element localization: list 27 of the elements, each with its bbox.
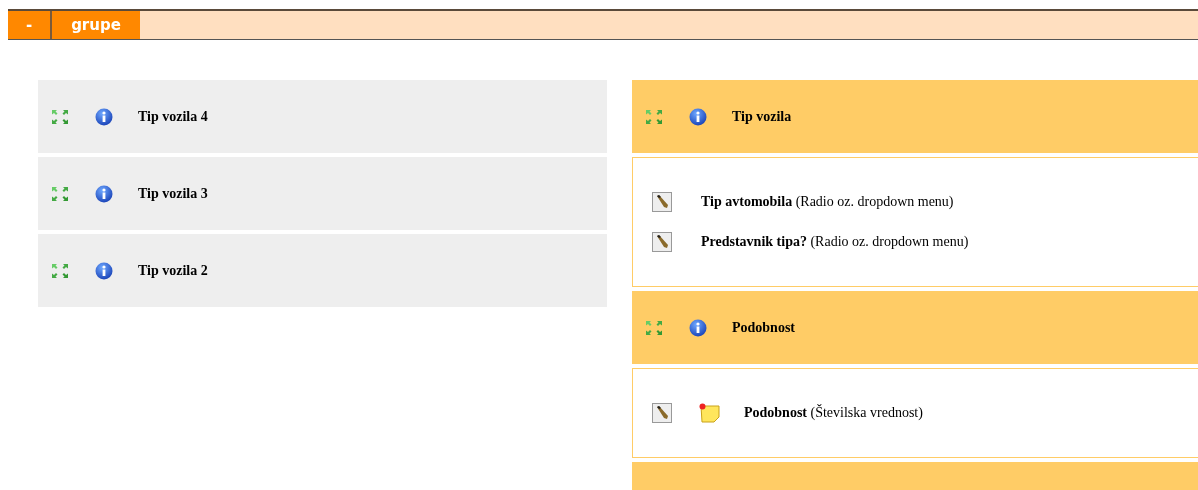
- field-label: Predstavnik tipa? (Radio oz. dropdown menu): [701, 234, 969, 250]
- info-icon[interactable]: [95, 184, 113, 203]
- group-header[interactable]: Tip vozila 2: [38, 234, 607, 307]
- expand-icon[interactable]: [50, 184, 70, 203]
- info-icon[interactable]: [95, 107, 113, 126]
- group-header[interactable]: Podobnost: [632, 291, 1198, 364]
- group-header[interactable]: Tip vozila 3: [38, 157, 607, 230]
- field-label: Podobnost (Številska vrednost): [744, 405, 923, 421]
- group-header[interactable]: Tip vozila 4: [38, 80, 607, 153]
- info-icon[interactable]: [95, 261, 113, 280]
- expand-icon[interactable]: [50, 261, 70, 280]
- group-title: Tip vozila 4: [138, 108, 208, 125]
- pencil-icon[interactable]: [652, 232, 672, 252]
- group-title: Tip vozila 3: [138, 185, 208, 202]
- pencil-icon[interactable]: [652, 403, 672, 423]
- group-header[interactable]: Tip vozila: [632, 80, 1198, 153]
- group-title: Tip vozila 2: [138, 262, 208, 279]
- note-icon[interactable]: [699, 403, 721, 423]
- group-title: Podobnost: [732, 319, 796, 336]
- group-title: Tip vozila: [732, 108, 792, 125]
- expand-icon[interactable]: [644, 318, 664, 337]
- info-icon[interactable]: [689, 318, 707, 337]
- expand-icon[interactable]: [644, 107, 664, 126]
- info-icon[interactable]: [689, 107, 707, 126]
- expand-icon[interactable]: [50, 107, 70, 126]
- pencil-icon[interactable]: [652, 192, 672, 212]
- field-label: Tip avtomobila (Radio oz. dropdown menu): [701, 194, 954, 210]
